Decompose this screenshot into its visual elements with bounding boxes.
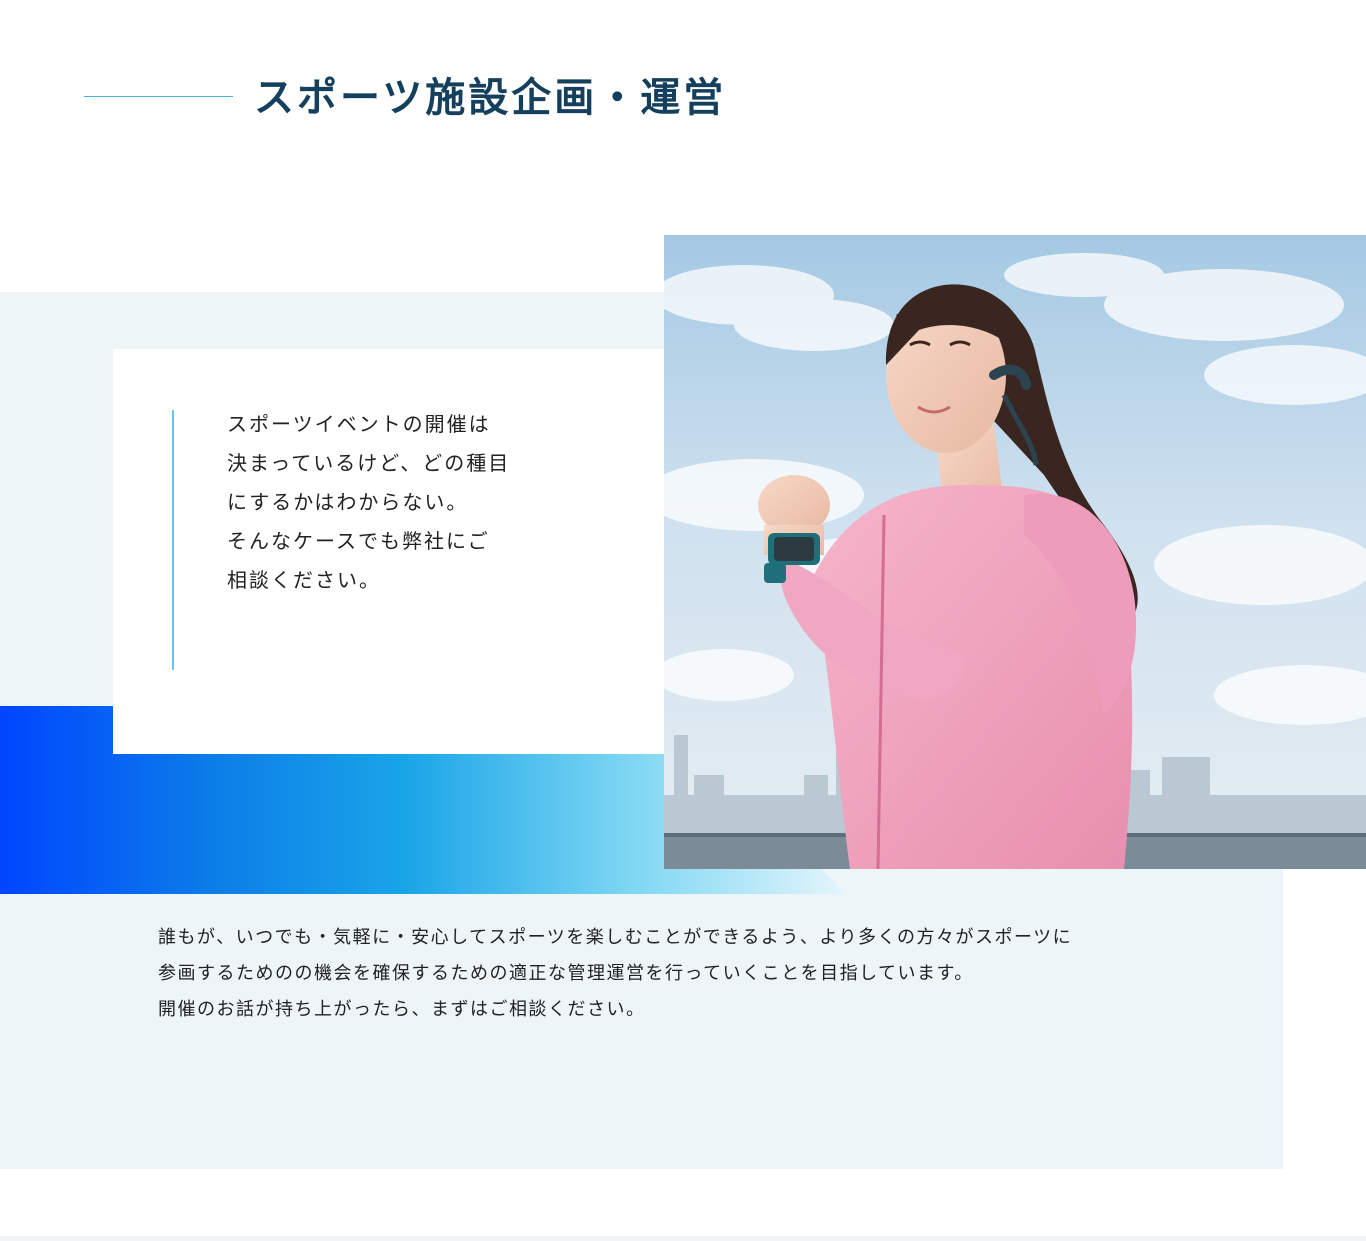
section-title: スポーツ施設企画・運営 [254, 75, 727, 121]
description-text: 誰もが、いつでも・気軽に・安心してスポーツを楽しむことができるよう、より多くの方… [158, 920, 1238, 1028]
intro-line: 相談ください。 [227, 568, 381, 592]
intro-line: 決まっているけど、どの種目 [227, 451, 511, 475]
intro-line: スポーツイベントの開催は [227, 412, 491, 436]
footer-divider [0, 1236, 1366, 1241]
description-line: 参画するためのの機会を確保するための適正な管理運営を行っていくことを目指していま… [158, 963, 974, 984]
intro-line: にするかはわからない。 [227, 490, 469, 514]
card-accent-line [172, 410, 174, 670]
description-line: 開催のお話が持ち上がったら、まずはご相談ください。 [158, 999, 646, 1020]
intro-text: スポーツイベントの開催は 決まっているけど、どの種目 にするかはわからない。 そ… [227, 405, 627, 600]
intro-line: そんなケースでも弊社にご [227, 529, 490, 553]
woman-jogging-photo [664, 235, 1366, 869]
heading-decoration-line [84, 96, 233, 97]
intro-card: スポーツイベントの開催は 決まっているけど、どの種目 にするかはわからない。 そ… [113, 349, 664, 754]
description-line: 誰もが、いつでも・気軽に・安心してスポーツを楽しむことができるよう、より多くの方… [158, 927, 1073, 948]
